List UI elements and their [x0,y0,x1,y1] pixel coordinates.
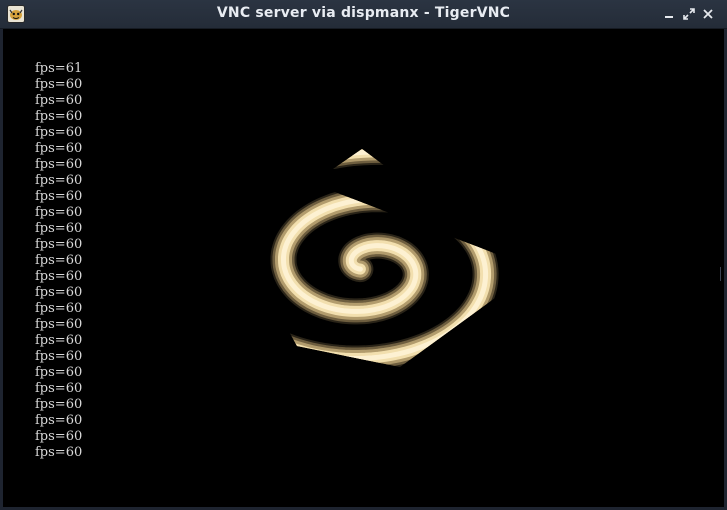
fps-line: fps=60 [35,125,83,140]
title-bar[interactable]: VNC server via dispmanx - TigerVNC [0,0,727,29]
fps-line: fps=60 [35,141,83,156]
fps-line: fps=60 [35,349,83,364]
fps-log: fps=61 fps=60 fps=60 fps=60 fps=60 fps=60 fps=… [35,61,82,461]
window-title: VNC server via dispmanx - TigerVNC [216,5,511,21]
tigervnc-window: VNC server via dispmanx - TigerVNC fps=6… [0,0,727,510]
window-edge-handle[interactable] [720,267,724,281]
fps-line: fps=61 [35,61,83,76]
fps-line: fps=60 [35,189,83,204]
fps-line: fps=60 [35,93,83,108]
fps-line: fps=60 [35,221,83,236]
fps-line: fps=60 [35,365,83,380]
fps-line: fps=60 [35,317,83,332]
spiral-graphic [184,149,528,367]
close-icon[interactable] [700,6,716,22]
fps-line: fps=60 [35,237,83,252]
fps-line: fps=60 [35,253,83,268]
fps-line: fps=60 [35,285,83,300]
fps-line: fps=60 [35,397,83,412]
fps-line: fps=60 [35,77,83,92]
fps-line: fps=60 [35,445,83,460]
fps-line: fps=60 [35,205,83,220]
fps-line: fps=60 [35,429,83,444]
remote-desktop-view[interactable]: fps=61 fps=60 fps=60 fps=60 fps=60 fps=60 fps=… [3,29,724,507]
fps-line: fps=60 [35,109,83,124]
fps-line: fps=60 [35,301,83,316]
fps-line: fps=60 [35,173,83,188]
restore-icon[interactable] [681,6,697,22]
fps-line: fps=60 [35,269,83,284]
fps-line: fps=60 [35,413,83,428]
fps-line: fps=60 [35,157,83,172]
minimize-icon[interactable] [661,6,677,22]
fps-line: fps=60 [35,381,83,396]
fps-line: fps=60 [35,333,83,348]
